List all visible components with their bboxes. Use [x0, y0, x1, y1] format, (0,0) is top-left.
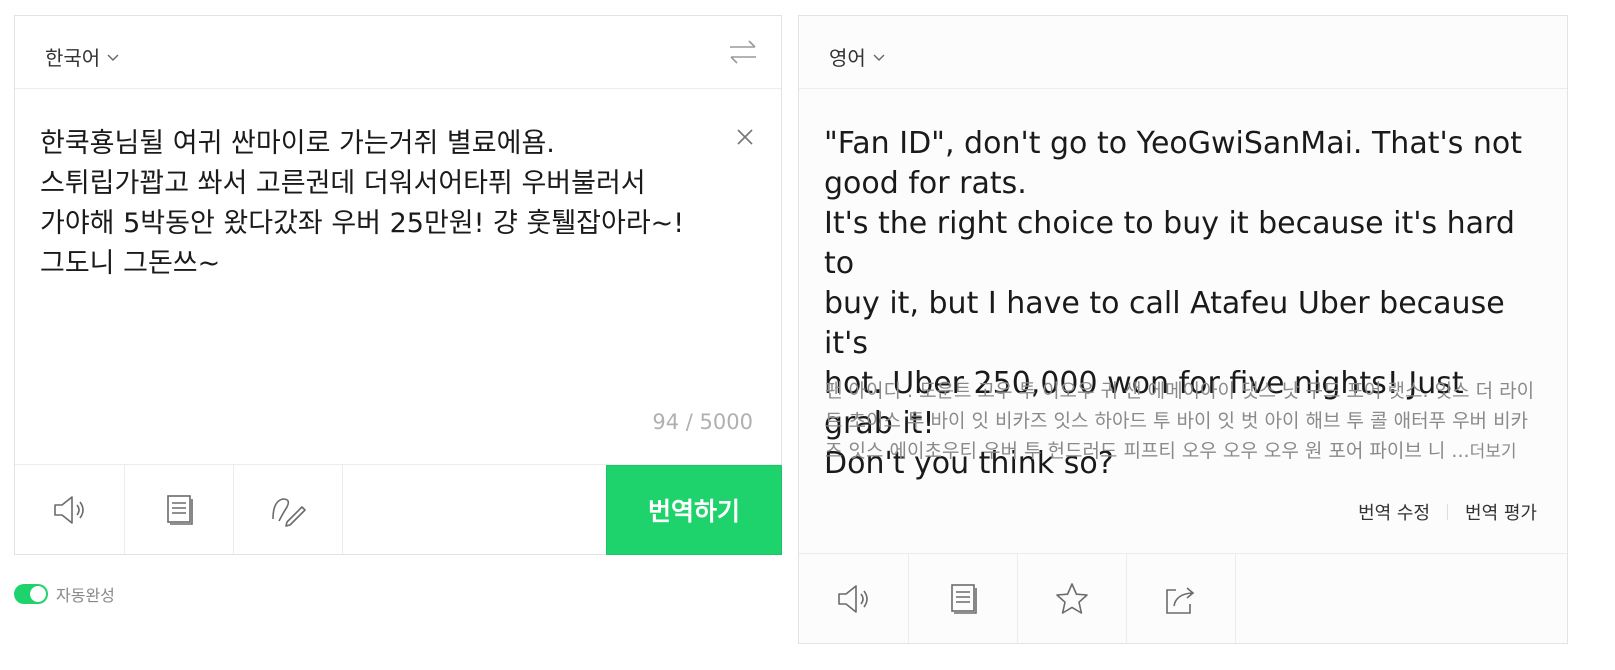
edit-translation-link[interactable]: 번역 수정: [1358, 499, 1430, 525]
source-toolbar: 번역하기: [15, 464, 782, 555]
share-button[interactable]: [1126, 554, 1236, 643]
rate-translation-link[interactable]: 번역 평가: [1465, 499, 1537, 525]
more-link[interactable]: 더보기: [1470, 442, 1517, 462]
autocomplete-toggle[interactable]: [14, 584, 48, 604]
target-language-bar: 영어: [799, 16, 1567, 89]
copy-icon: [950, 583, 977, 614]
share-icon: [1165, 586, 1194, 614]
source-text-input[interactable]: 한쿡횽님뒬 여귀 싼마이로 가는거쥐 별료에욤. 스튀립가꽙고 쏴서 고른권데 …: [40, 124, 730, 284]
handwriting-icon: [271, 497, 306, 527]
source-language-bar: 한국어: [15, 16, 781, 89]
source-handwriting-button[interactable]: [233, 465, 343, 554]
target-toolbar: [799, 553, 1567, 643]
source-speak-button[interactable]: [15, 465, 125, 554]
chevron-down-icon: [107, 54, 119, 61]
character-counter: 94 / 5000: [652, 410, 753, 434]
speaker-icon: [53, 495, 84, 524]
pronunciation-text: 팬 아이디 . 도운트 고우 투 이오우 귀 샌 에메이아이 댓스 낫 구드 포…: [825, 376, 1540, 467]
divider: [1447, 504, 1449, 520]
pronunciation-body: 팬 아이디 . 도운트 고우 투 이오우 귀 샌 에메이아이 댓스 낫 구드 포…: [825, 380, 1535, 462]
favorite-button[interactable]: [1017, 554, 1127, 643]
target-language-select[interactable]: 영어: [829, 42, 886, 71]
swap-languages-icon[interactable]: [727, 38, 759, 66]
autocomplete-label: 자동완성: [56, 586, 115, 605]
speaker-icon: [837, 584, 868, 613]
result-actions: 번역 수정 번역 평가: [1358, 499, 1537, 525]
target-speak-button[interactable]: [799, 554, 909, 643]
source-copy-button[interactable]: [124, 465, 234, 554]
source-panel: 한국어 한쿡횽님뒬 여귀 싼마이로 가는거쥐 별료에욤. 스튀립가꽙고 쏴서 고…: [14, 15, 782, 555]
close-icon[interactable]: [735, 127, 755, 147]
autocomplete-setting: 자동완성: [14, 582, 115, 606]
source-language-select[interactable]: 한국어: [45, 42, 120, 71]
translate-button[interactable]: 번역하기: [606, 465, 782, 555]
target-panel: 영어 "Fan ID", don't go to YeoGwiSanMai. T…: [798, 15, 1568, 644]
star-icon: [1055, 582, 1088, 614]
source-language-label: 한국어: [45, 46, 101, 70]
target-copy-button[interactable]: [908, 554, 1018, 643]
copy-icon: [166, 494, 193, 525]
chevron-down-icon: [873, 54, 885, 61]
target-language-label: 영어: [829, 46, 866, 70]
